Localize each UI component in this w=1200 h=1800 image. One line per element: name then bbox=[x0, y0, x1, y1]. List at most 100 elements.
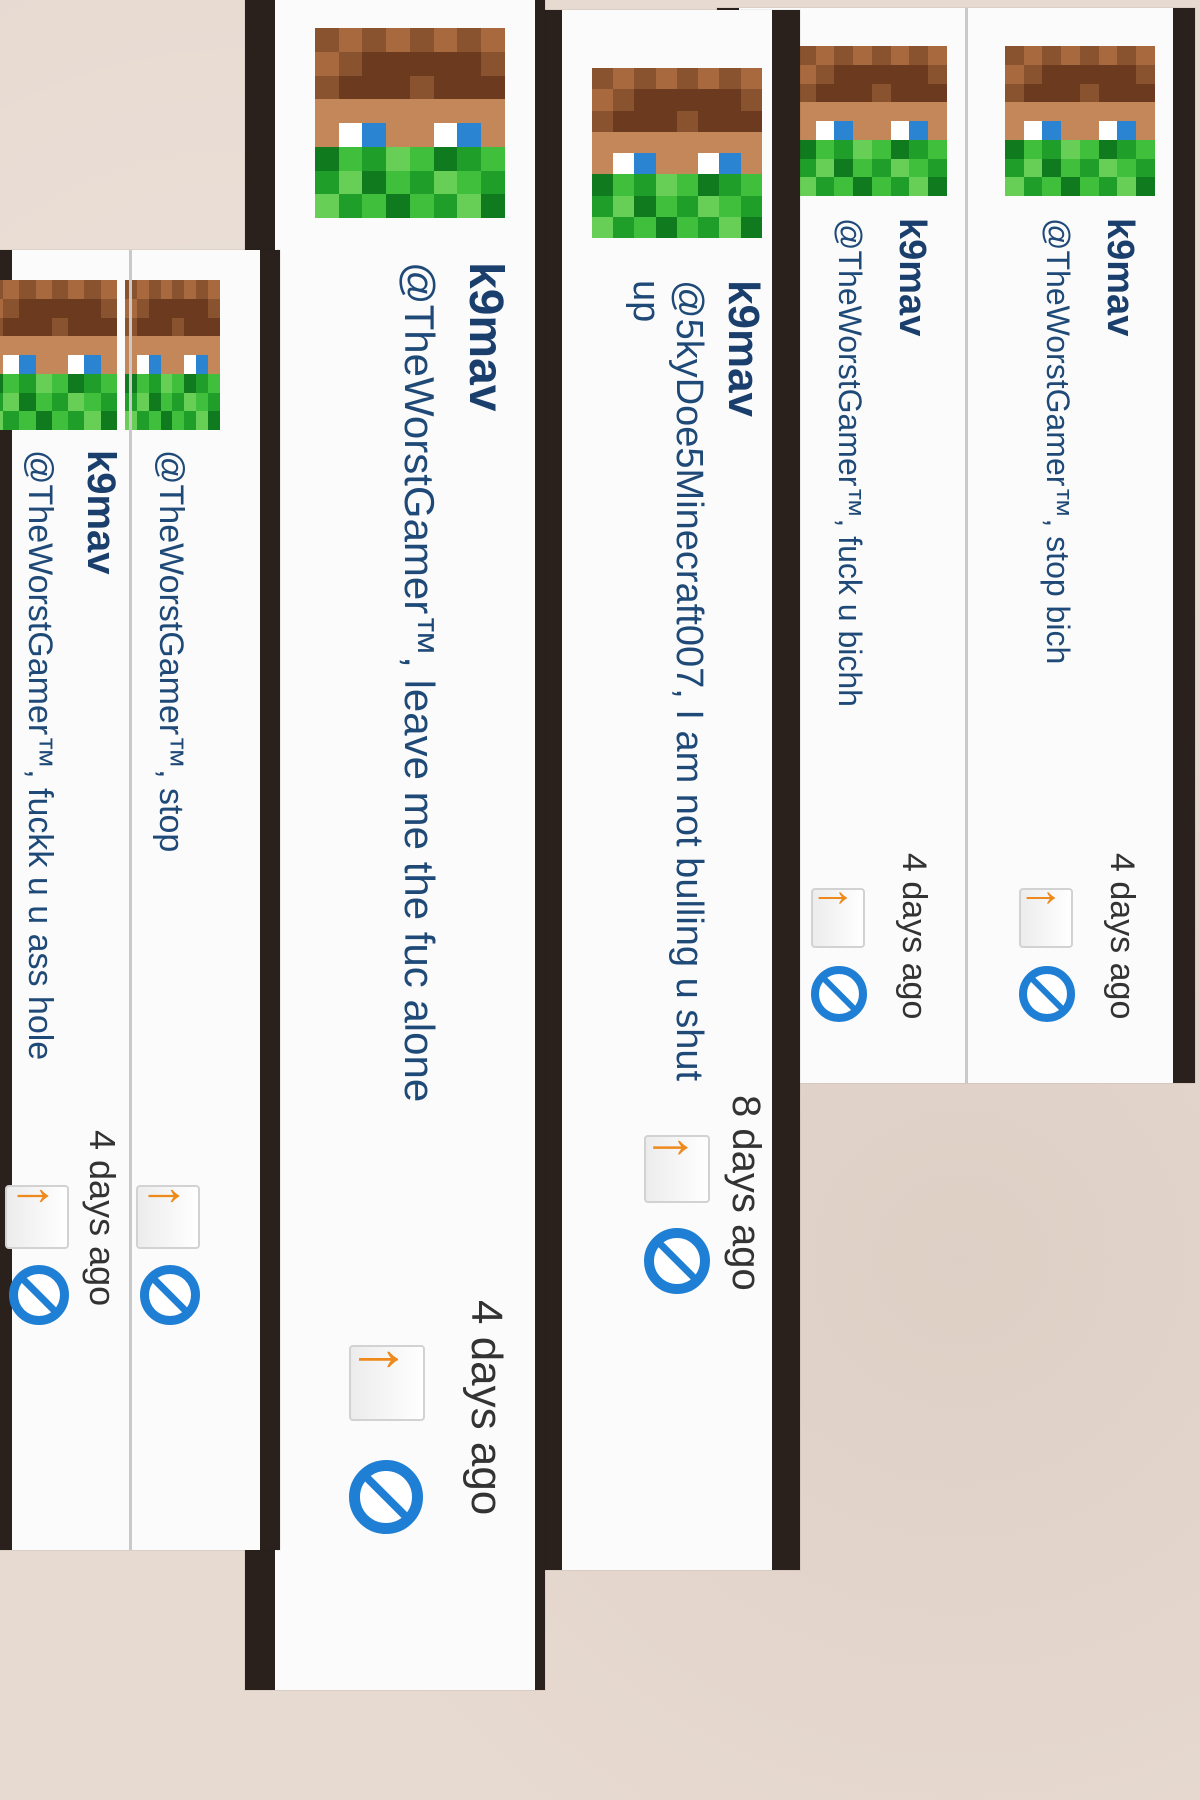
avatar-pixel bbox=[35, 336, 52, 355]
avatar-pixel bbox=[1023, 102, 1043, 121]
avatar-pixel bbox=[909, 177, 929, 196]
user-avatar[interactable] bbox=[315, 28, 505, 218]
avatar-pixel bbox=[1061, 158, 1080, 178]
avatar-pixel bbox=[68, 298, 85, 318]
avatar-pixel bbox=[1023, 83, 1043, 103]
avatar-pixel bbox=[172, 355, 185, 374]
comment-username[interactable]: k9mav bbox=[890, 218, 933, 336]
avatar-pixel bbox=[160, 392, 173, 412]
avatar-pixel bbox=[613, 110, 635, 132]
avatar-pixel bbox=[457, 75, 482, 100]
avatar-pixel bbox=[834, 102, 854, 121]
block-icon[interactable] bbox=[9, 1265, 69, 1325]
avatar-pixel bbox=[928, 46, 947, 65]
avatar-pixel bbox=[433, 75, 458, 100]
avatar-pixel bbox=[1042, 83, 1062, 103]
avatar-pixel bbox=[35, 280, 52, 299]
avatar-pixel bbox=[148, 392, 161, 412]
avatar-pixel bbox=[740, 68, 762, 90]
reply-icon[interactable]: ↑ bbox=[136, 1183, 200, 1249]
comment-username[interactable]: k9mav bbox=[718, 280, 768, 417]
comment-message: @TheWorstGamer™, stop bbox=[152, 450, 190, 853]
block-icon[interactable] bbox=[811, 966, 867, 1022]
avatar-pixel bbox=[928, 158, 947, 178]
avatar-pixel bbox=[19, 317, 36, 337]
avatar-pixel bbox=[698, 195, 720, 217]
avatar-pixel bbox=[3, 392, 20, 412]
avatar-pixel bbox=[872, 102, 891, 121]
avatar-pixel bbox=[1117, 139, 1137, 159]
comment-timestamp: 4 days ago bbox=[462, 1300, 511, 1516]
reply-icon[interactable]: ↑ bbox=[5, 1183, 69, 1249]
avatar-pixel bbox=[740, 174, 762, 196]
avatar-pixel bbox=[740, 89, 762, 111]
avatar-pixel bbox=[1080, 177, 1099, 196]
avatar-pixel bbox=[184, 411, 197, 430]
block-icon[interactable] bbox=[1019, 966, 1075, 1022]
avatar-pixel bbox=[1080, 121, 1099, 140]
avatar-pixel bbox=[1061, 83, 1080, 103]
avatar-pixel bbox=[815, 139, 835, 159]
avatar-pixel bbox=[1098, 64, 1118, 84]
avatar-pixel bbox=[1061, 121, 1080, 140]
avatar-pixel bbox=[853, 83, 872, 103]
avatar-pixel bbox=[386, 28, 410, 52]
avatar-pixel bbox=[815, 177, 835, 196]
avatar-pixel bbox=[184, 280, 197, 299]
avatar-pixel bbox=[433, 146, 458, 171]
avatar-pixel bbox=[362, 123, 387, 147]
reply-icon[interactable]: ↑ bbox=[809, 886, 865, 948]
block-icon[interactable] bbox=[644, 1228, 710, 1294]
avatar-pixel bbox=[698, 89, 720, 111]
avatar-pixel bbox=[634, 174, 656, 196]
comment-strip: k9mav @5kyDoe5Minecraft007, I am not bul… bbox=[540, 10, 800, 1570]
avatar-pixel bbox=[362, 99, 387, 123]
avatar-pixel bbox=[1005, 139, 1024, 159]
avatar-pixel bbox=[184, 355, 197, 374]
avatar-pixel bbox=[433, 51, 458, 76]
avatar-pixel bbox=[853, 158, 872, 178]
avatar-pixel bbox=[148, 280, 161, 299]
avatar-pixel bbox=[1042, 139, 1062, 159]
avatar-pixel bbox=[172, 373, 185, 393]
comment-item: k9mav @TheWorstGamer™, stop bich 4 days … bbox=[968, 8, 1173, 1083]
avatar-pixel bbox=[172, 392, 185, 412]
avatar-pixel bbox=[52, 355, 69, 374]
avatar-pixel bbox=[1080, 158, 1099, 178]
avatar-pixel bbox=[834, 83, 854, 103]
avatar-pixel bbox=[1117, 102, 1137, 121]
comment-username[interactable]: k9mav bbox=[78, 450, 123, 575]
reply-icon[interactable]: ↑ bbox=[1017, 886, 1073, 948]
user-avatar[interactable] bbox=[125, 280, 220, 430]
user-avatar[interactable] bbox=[1005, 46, 1155, 196]
block-icon[interactable] bbox=[349, 1460, 423, 1534]
avatar-pixel bbox=[909, 139, 929, 159]
comment-item: k9mav @TheWorstGamer™, fuckk u u ass hol… bbox=[0, 250, 132, 1550]
reply-icon[interactable]: ↑ bbox=[347, 1343, 425, 1421]
comment-username[interactable]: k9mav bbox=[458, 262, 513, 411]
user-avatar[interactable] bbox=[0, 280, 117, 430]
avatar-pixel bbox=[592, 110, 614, 132]
reply-arrow-icon: ↑ bbox=[1017, 886, 1070, 910]
avatar-pixel bbox=[834, 46, 854, 65]
avatar-pixel bbox=[136, 411, 149, 430]
avatar-pixel bbox=[184, 392, 197, 412]
user-avatar[interactable] bbox=[797, 46, 947, 196]
avatar-pixel bbox=[1061, 46, 1080, 65]
reply-arrow-icon: ↑ bbox=[7, 1183, 66, 1209]
user-avatar[interactable] bbox=[592, 68, 762, 238]
avatar-pixel bbox=[719, 174, 741, 196]
reply-icon[interactable]: ↑ bbox=[642, 1133, 710, 1203]
avatar-pixel bbox=[19, 411, 36, 430]
block-icon[interactable] bbox=[140, 1265, 200, 1325]
avatar-pixel bbox=[410, 146, 434, 171]
comment-strip: k9mav @TheWorstGamer™, leave me the fuc … bbox=[245, 0, 545, 1690]
avatar-pixel bbox=[815, 121, 835, 140]
avatar-pixel bbox=[1023, 64, 1043, 84]
avatar-pixel bbox=[100, 373, 117, 393]
avatar-pixel bbox=[35, 373, 52, 393]
avatar-pixel bbox=[677, 174, 699, 196]
avatar-pixel bbox=[481, 123, 505, 147]
strip-band bbox=[260, 250, 280, 1550]
comment-username[interactable]: k9mav bbox=[1098, 218, 1141, 336]
